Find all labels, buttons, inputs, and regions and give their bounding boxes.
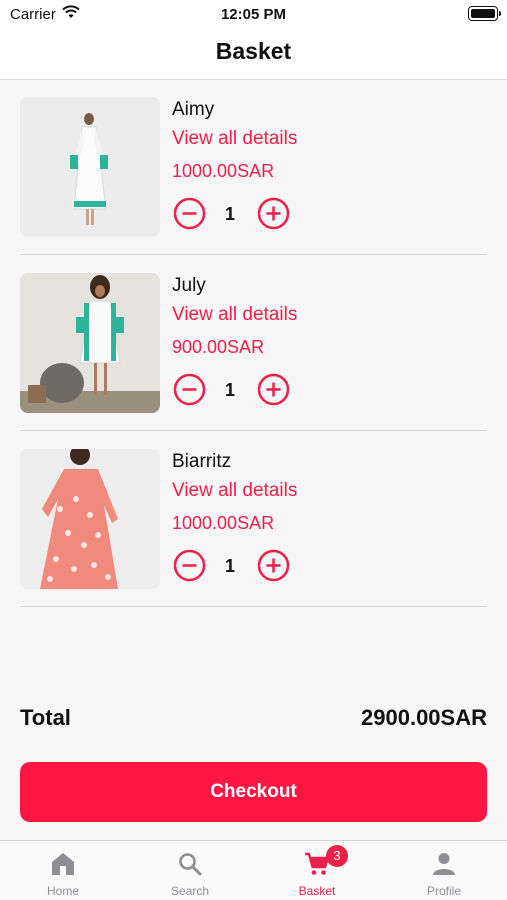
increase-quantity-button[interactable] bbox=[257, 373, 290, 406]
battery-icon bbox=[468, 6, 501, 21]
decrease-quantity-button[interactable] bbox=[173, 197, 206, 230]
tab-label: Profile bbox=[426, 884, 461, 898]
cart-count-badge: 3 bbox=[326, 845, 348, 867]
tab-basket[interactable]: 3 Basket bbox=[254, 841, 380, 900]
product-price: 1000.00SAR bbox=[172, 513, 275, 533]
total-label: Total bbox=[20, 705, 71, 730]
tab-label: Home bbox=[46, 884, 79, 898]
quantity-value: 1 bbox=[224, 204, 235, 224]
checkout-button[interactable]: Checkout bbox=[20, 762, 487, 822]
tab-bar: Home Search 3 Basket Profile bbox=[0, 840, 507, 900]
increase-quantity-button[interactable] bbox=[257, 549, 290, 582]
basket-item: Aimy View all details 1000.00SAR 1 bbox=[20, 97, 487, 255]
product-image[interactable] bbox=[20, 97, 160, 237]
increase-quantity-button[interactable] bbox=[257, 197, 290, 230]
item-divider bbox=[20, 430, 487, 431]
view-details-link[interactable]: View all details bbox=[172, 480, 297, 502]
tab-profile[interactable]: Profile bbox=[381, 841, 507, 900]
navigation-bar: Basket bbox=[0, 30, 507, 80]
tab-search[interactable]: Search bbox=[127, 841, 253, 900]
total-value: 2900.00SAR bbox=[361, 705, 487, 730]
person-icon bbox=[433, 853, 455, 875]
tab-label: Search bbox=[170, 884, 210, 898]
search-icon bbox=[179, 853, 202, 876]
item-divider bbox=[20, 254, 487, 255]
product-name: Aimy bbox=[172, 99, 215, 120]
status-time: 12:05 PM bbox=[220, 6, 287, 23]
product-image[interactable] bbox=[20, 449, 160, 589]
basket-item: July View all details 900.00SAR 1 bbox=[20, 273, 487, 431]
product-image[interactable] bbox=[20, 273, 160, 413]
tab-home[interactable]: Home bbox=[0, 841, 126, 900]
product-name: July bbox=[172, 275, 206, 296]
basket-item: Biarritz View all details 1000.00SAR 1 bbox=[20, 449, 487, 607]
item-divider bbox=[20, 606, 487, 607]
quantity-value: 1 bbox=[224, 380, 235, 400]
page-title: Basket bbox=[215, 38, 292, 64]
view-details-link[interactable]: View all details bbox=[172, 128, 297, 150]
product-price: 1000.00SAR bbox=[172, 161, 275, 181]
product-price: 900.00SAR bbox=[172, 337, 265, 357]
product-name: Biarritz bbox=[172, 451, 232, 472]
decrease-quantity-button[interactable] bbox=[173, 549, 206, 582]
status-bar: Carrier 12:05 PM bbox=[0, 0, 507, 30]
view-details-link[interactable]: View all details bbox=[172, 304, 297, 326]
home-icon bbox=[52, 853, 74, 875]
tab-label: Basket bbox=[298, 884, 336, 898]
quantity-value: 1 bbox=[224, 556, 235, 576]
decrease-quantity-button[interactable] bbox=[173, 373, 206, 406]
